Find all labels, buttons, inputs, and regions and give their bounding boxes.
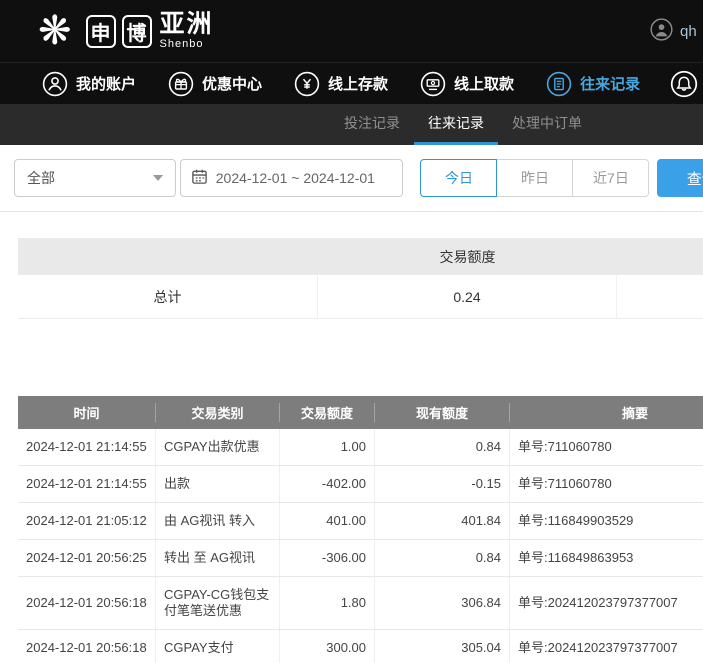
- cell-amount: 1.00: [280, 429, 375, 465]
- cell-balance: 401.84: [375, 503, 510, 539]
- cell-type: 转出 至 AG视讯: [156, 540, 280, 576]
- nav-my-account[interactable]: 我的账户: [42, 71, 136, 97]
- brand-logo[interactable]: ❋ 申 博 亚洲 Shenbo: [38, 9, 214, 53]
- calendar-icon: [191, 168, 208, 188]
- col-type: 交易类别: [156, 403, 280, 422]
- summary-header-row: 交易额度: [18, 238, 703, 275]
- cell-amount: 300.00: [280, 630, 375, 663]
- brand-char-bo: 博: [122, 15, 152, 48]
- summary-total-value: 0.24: [318, 275, 617, 318]
- nav-label: 线上存款: [328, 73, 388, 94]
- deposit-icon: [294, 71, 320, 97]
- record-tabs: 投注记录 往来记录 处理中订单: [0, 104, 703, 145]
- col-amount: 交易额度: [280, 403, 375, 422]
- table-header-row: 时间 交易类别 交易额度 现有额度 摘要: [18, 396, 703, 429]
- cell-time: 2024-12-01 21:14:55: [18, 466, 156, 502]
- main-nav: 我的账户 优惠中心 线上存款 线上取款 往来记录: [0, 62, 703, 104]
- table-row: 2024-12-01 20:56:18 CGPAY-CG钱包支付笔笔送优惠 1.…: [18, 577, 703, 630]
- table-row: 2024-12-01 20:56:18 CGPAY支付 300.00 305.0…: [18, 630, 703, 663]
- cell-time: 2024-12-01 21:14:55: [18, 429, 156, 465]
- cell-note: 单号:116849863953: [510, 540, 703, 576]
- cell-amount: -402.00: [280, 466, 375, 502]
- cell-note: 单号:202412023797377007: [510, 630, 703, 663]
- table-row: 2024-12-01 21:14:55 出款 -402.00 -0.15 单号:…: [18, 466, 703, 503]
- quick-date-group: 今日 昨日 近7日: [420, 159, 649, 197]
- cell-time: 2024-12-01 20:56:25: [18, 540, 156, 576]
- summary-header-label: 交易额度: [318, 247, 617, 267]
- nav-label: 优惠中心: [202, 73, 262, 94]
- notifications-bell-icon[interactable]: [670, 70, 698, 98]
- summary-total-row: 总计 0.24: [18, 275, 703, 319]
- cell-type: 由 AG视讯 转入: [156, 503, 280, 539]
- cell-type: CGPAY支付: [156, 630, 280, 663]
- tab-transaction-records[interactable]: 往来记录: [414, 104, 498, 145]
- type-select-value: 全部: [27, 168, 55, 188]
- summary-table: 交易额度 总计 0.24: [18, 238, 703, 319]
- page: ❋ 申 博 亚洲 Shenbo qh 我的账户 优惠中心 线上存款: [0, 0, 703, 663]
- cell-balance: 305.04: [375, 630, 510, 663]
- lotus-logo-icon: ❋: [38, 9, 72, 53]
- date-range-input[interactable]: 2024-12-01 ~ 2024-12-01: [180, 159, 404, 197]
- nav-withdraw[interactable]: 线上取款: [420, 71, 514, 97]
- table-row: 2024-12-01 21:14:55 CGPAY出款优惠 1.00 0.84 …: [18, 429, 703, 466]
- cell-time: 2024-12-01 21:05:12: [18, 503, 156, 539]
- last7days-button[interactable]: 近7日: [572, 159, 649, 197]
- account-menu[interactable]: qh: [650, 18, 697, 45]
- type-select[interactable]: 全部: [14, 159, 176, 197]
- cell-amount: 1.80: [280, 577, 375, 629]
- filter-bar: 全部 2024-12-01 ~ 2024-12-01 今日 昨日 近7日 查询: [0, 145, 703, 212]
- username-text: qh: [680, 23, 697, 40]
- transactions-table: 时间 交易类别 交易额度 现有额度 摘要 2024-12-01 21:14:55…: [18, 396, 703, 663]
- nav-promotions[interactable]: 优惠中心: [168, 71, 262, 97]
- top-header: ❋ 申 博 亚洲 Shenbo qh: [0, 0, 703, 62]
- cell-type: CGPAY-CG钱包支付笔笔送优惠: [156, 577, 280, 629]
- col-time: 时间: [18, 403, 156, 422]
- tab-bet-records[interactable]: 投注记录: [330, 104, 414, 145]
- avatar-icon: [650, 18, 673, 45]
- summary-total-label: 总计: [18, 275, 318, 318]
- cell-balance: 0.84: [375, 429, 510, 465]
- nav-transaction-records[interactable]: 往来记录: [546, 71, 640, 97]
- cell-time: 2024-12-01 20:56:18: [18, 630, 156, 663]
- table-row: 2024-12-01 20:56:25 转出 至 AG视讯 -306.00 0.…: [18, 540, 703, 577]
- cell-amount: 401.00: [280, 503, 375, 539]
- col-note: 摘要: [510, 403, 703, 422]
- tab-pending-orders[interactable]: 处理中订单: [498, 104, 596, 145]
- cell-balance: 306.84: [375, 577, 510, 629]
- today-button[interactable]: 今日: [420, 159, 497, 197]
- withdraw-icon: [420, 71, 446, 97]
- nav-label: 往来记录: [580, 73, 640, 94]
- cell-note: 单号:711060780: [510, 429, 703, 465]
- cell-note: 单号:202412023797377007: [510, 577, 703, 629]
- brand-region-text: 亚洲: [160, 10, 214, 38]
- col-balance: 现有额度: [375, 403, 510, 422]
- cell-type: CGPAY出款优惠: [156, 429, 280, 465]
- search-button[interactable]: 查询: [657, 159, 703, 197]
- cell-type: 出款: [156, 466, 280, 502]
- cell-balance: -0.15: [375, 466, 510, 502]
- brand-char-shen: 申: [86, 15, 116, 48]
- nav-label: 线上取款: [454, 73, 514, 94]
- nav-deposit[interactable]: 线上存款: [294, 71, 388, 97]
- table-row: 2024-12-01 21:05:12 由 AG视讯 转入 401.00 401…: [18, 503, 703, 540]
- yesterday-button[interactable]: 昨日: [496, 159, 573, 197]
- records-icon: [546, 71, 572, 97]
- date-range-value: 2024-12-01 ~ 2024-12-01: [216, 170, 375, 186]
- brand-subtitle: Shenbo: [160, 39, 214, 50]
- cell-amount: -306.00: [280, 540, 375, 576]
- cell-note: 单号:116849903529: [510, 503, 703, 539]
- nav-label: 我的账户: [76, 73, 136, 94]
- cell-note: 单号:711060780: [510, 466, 703, 502]
- gift-icon: [168, 71, 194, 97]
- chevron-down-icon: [153, 175, 163, 181]
- user-icon: [42, 71, 68, 97]
- cell-balance: 0.84: [375, 540, 510, 576]
- brand-region: 亚洲 Shenbo: [160, 12, 214, 50]
- cell-time: 2024-12-01 20:56:18: [18, 577, 156, 629]
